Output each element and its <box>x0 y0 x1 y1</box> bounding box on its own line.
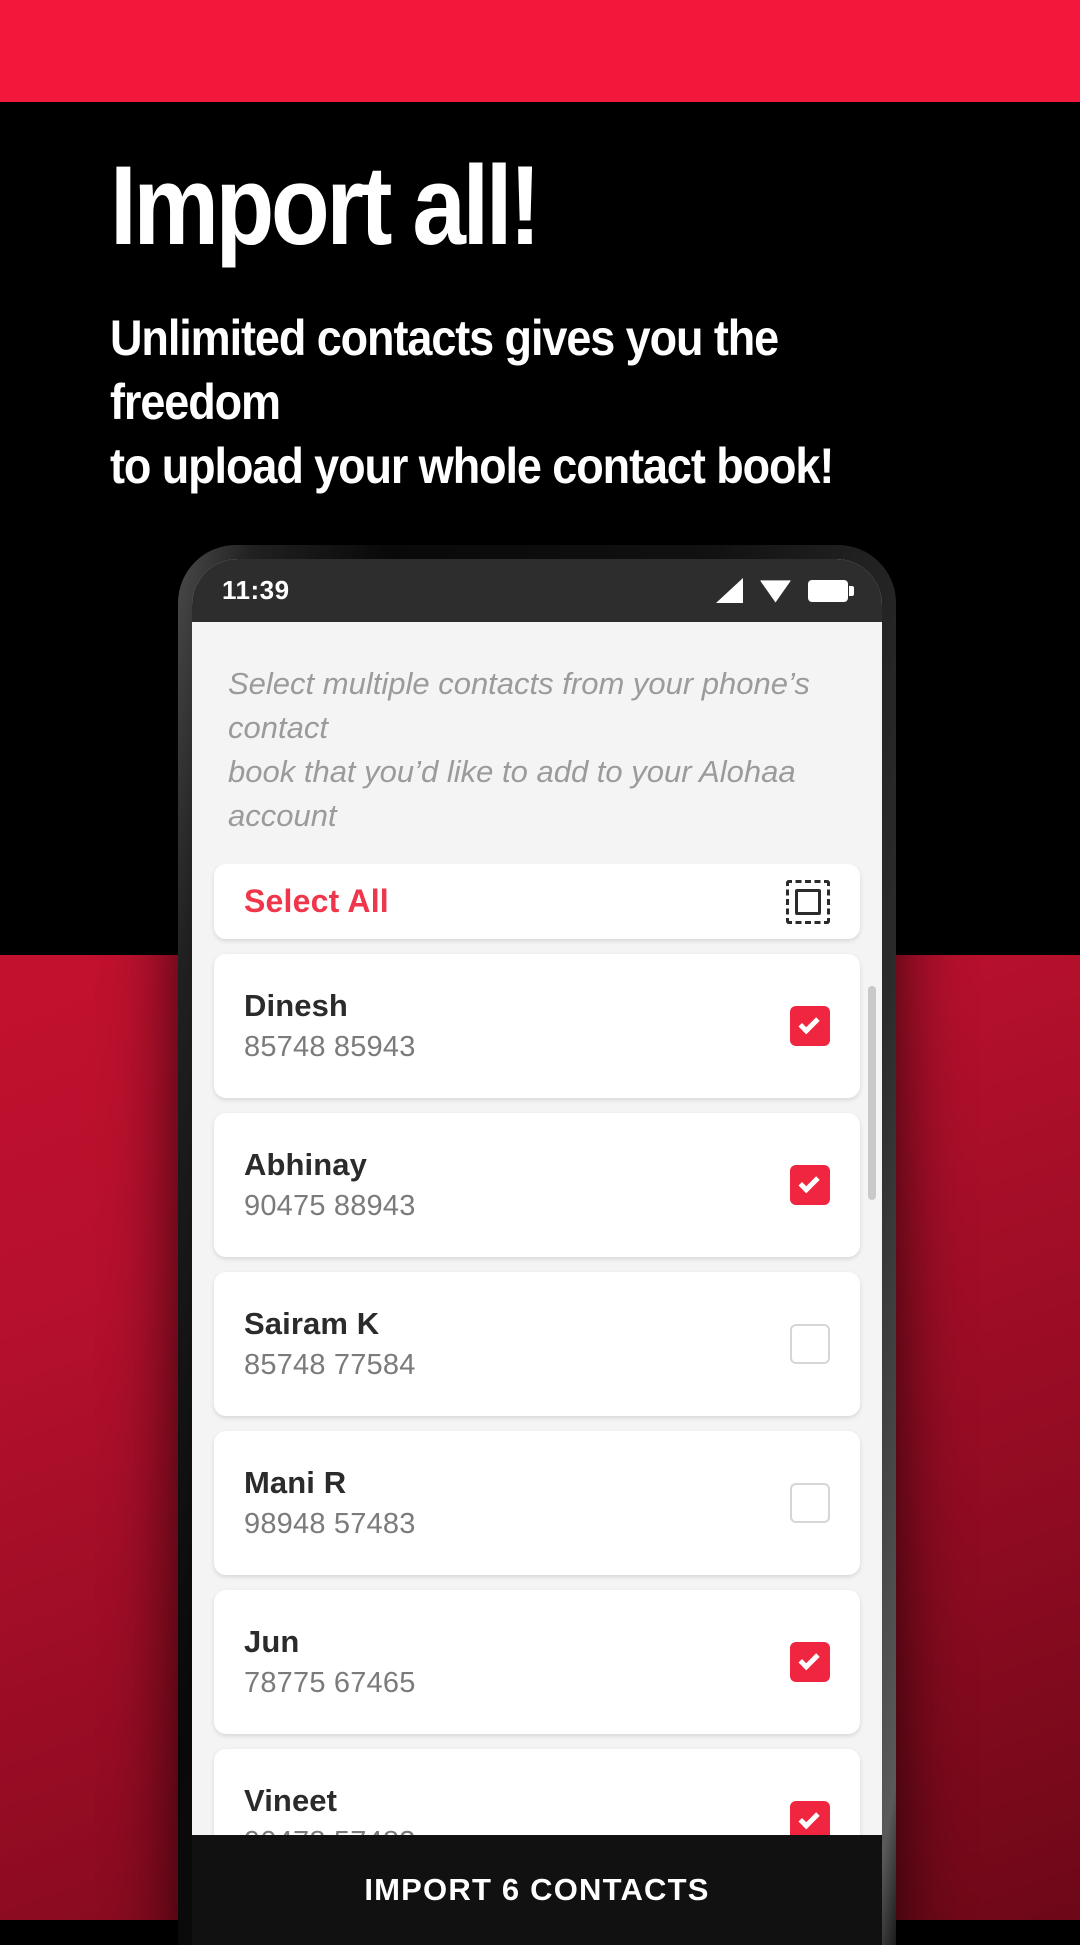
select-all-label: Select All <box>244 883 389 920</box>
promo-subtitle: Unlimited contacts gives you the freedom… <box>110 310 834 494</box>
contact-name: Jun <box>244 1624 300 1660</box>
contact-list: Dinesh 85748 85943 Abhinay 90475 88943 Saira… <box>214 954 860 1835</box>
import-button-label: IMPORT 6 CONTACTS <box>364 1872 710 1907</box>
contact-phone: 85748 77584 <box>244 1349 416 1382</box>
check-icon <box>797 1807 820 1829</box>
check-icon <box>797 1648 820 1670</box>
contact-checkbox-checked[interactable] <box>790 1006 830 1047</box>
contact-text: Sairam K 85748 77584 <box>244 1306 416 1382</box>
status-time: 11:39 <box>222 575 290 605</box>
select-all-row[interactable]: Select All <box>214 864 860 940</box>
contact-text: Mani R 98948 57483 <box>244 1465 416 1541</box>
check-icon <box>797 1171 820 1193</box>
screen-description: Select multiple contacts from your phone… <box>228 666 810 834</box>
contact-row[interactable]: Sairam K 85748 77584 <box>214 1272 860 1417</box>
contact-text: Abhinay 90475 88943 <box>244 1147 416 1223</box>
contact-row[interactable]: Jun 78775 67465 <box>214 1590 860 1735</box>
check-icon <box>797 1012 820 1034</box>
contact-checkbox-checked[interactable] <box>790 1642 830 1683</box>
contact-name: Mani R <box>244 1465 347 1501</box>
contact-text: Vineet 90478 57483 <box>244 1783 416 1835</box>
contact-row[interactable]: Vineet 90478 57483 <box>214 1749 860 1835</box>
contact-list-scroll-area[interactable]: Select All Dinesh 85748 85943 Abhinay 90475… <box>192 864 882 1835</box>
status-bar: 11:39 <box>192 559 882 622</box>
top-red-banner <box>0 0 1080 102</box>
contact-phone: 85748 85943 <box>244 1031 416 1064</box>
contact-text: Jun 78775 67465 <box>244 1624 416 1700</box>
signal-icon <box>716 578 743 603</box>
contact-checkbox-checked[interactable] <box>790 1165 830 1206</box>
contact-row[interactable]: Dinesh 85748 85943 <box>214 954 860 1099</box>
status-icons <box>716 578 854 603</box>
phone-screen: 11:39 Select multiple contacts from your… <box>192 559 882 1945</box>
import-footer[interactable]: IMPORT 6 CONTACTS <box>192 1835 882 1945</box>
contact-phone: 90475 88943 <box>244 1190 416 1223</box>
contact-name: Abhinay <box>244 1147 367 1183</box>
promo-copy: Import all! Unlimited contacts gives you… <box>110 150 1010 498</box>
contact-checkbox-unchecked[interactable] <box>790 1324 830 1365</box>
contact-phone: 78775 67465 <box>244 1667 416 1700</box>
list-scrollbar[interactable] <box>868 986 876 1201</box>
contact-phone: 98948 57483 <box>244 1508 416 1541</box>
contact-row[interactable]: Mani R 98948 57483 <box>214 1431 860 1576</box>
contact-name: Sairam K <box>244 1306 380 1342</box>
app-body: Select multiple contacts from your phone… <box>192 622 882 1945</box>
contact-row[interactable]: Abhinay 90475 88943 <box>214 1113 860 1258</box>
promo-headline: Import all! <box>110 143 541 268</box>
battery-icon <box>808 579 854 602</box>
wifi-icon <box>760 580 791 603</box>
select-all-icon[interactable] <box>786 879 830 924</box>
contact-checkbox-checked[interactable] <box>790 1801 830 1835</box>
contact-phone: 90478 57483 <box>244 1826 416 1835</box>
contact-text: Dinesh 85748 85943 <box>244 988 416 1064</box>
contact-checkbox-unchecked[interactable] <box>790 1483 830 1524</box>
contact-name: Vineet <box>244 1783 338 1819</box>
contact-name: Dinesh <box>244 988 348 1024</box>
select-all-icon-inner-square <box>795 888 821 915</box>
phone-mockup: 11:39 Select multiple contacts from your… <box>178 545 896 1945</box>
